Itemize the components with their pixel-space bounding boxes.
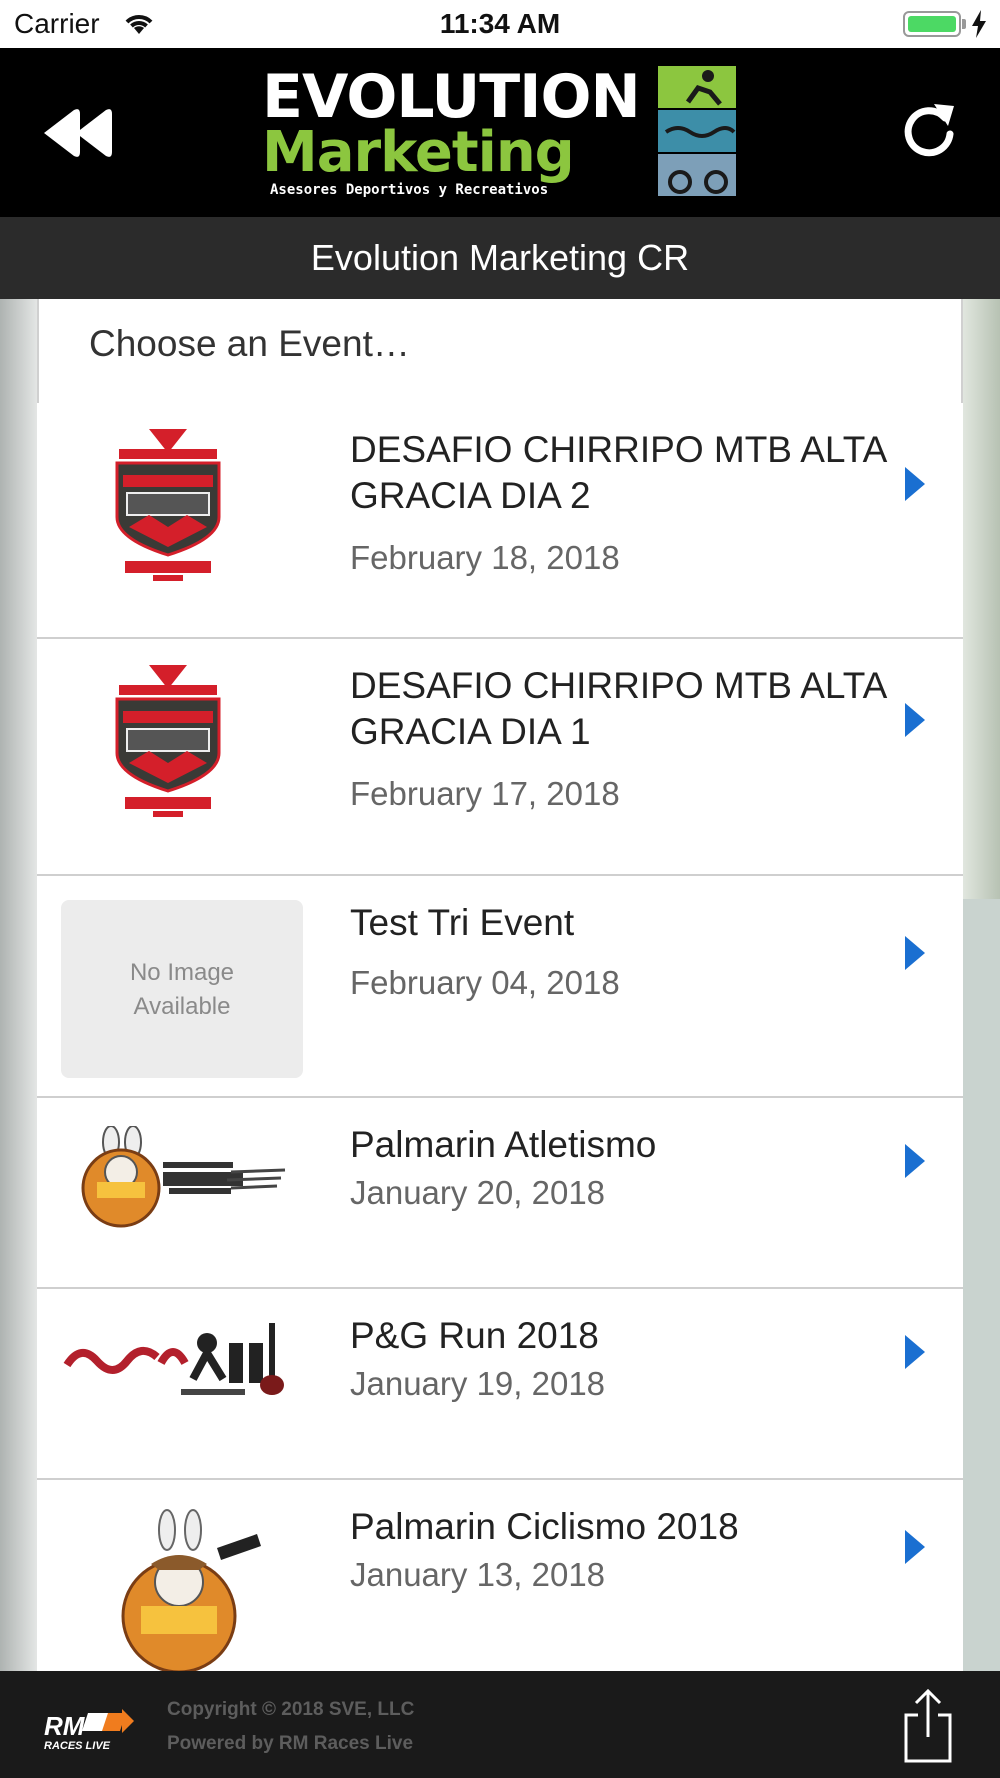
rm-races-live-logo: RM RACES LIVE bbox=[44, 1709, 134, 1752]
clasica-atletismo-logo bbox=[81, 1126, 286, 1228]
evolution-marketing-logo: EVOLUTION Marketing Asesores Deportivos … bbox=[258, 62, 738, 202]
footer-bar: RM RACES LIVE Copyright © 2018 SVE, LLC … bbox=[0, 1671, 1000, 1778]
event-date: January 20, 2018 bbox=[350, 1174, 606, 1211]
event-list-area[interactable]: Choose an Event… DESAFIO CHIRRIPO MTB AL… bbox=[0, 299, 1000, 1671]
event-date: February 18, 2018 bbox=[350, 539, 620, 576]
event-row[interactable]: No Image Available Test Tri Event Februa… bbox=[37, 876, 963, 1098]
event-name: DESAFIO CHIRRIPO MTB ALTA GRACIA DIA 1 bbox=[350, 665, 886, 752]
title-bar: Evolution Marketing CR bbox=[0, 217, 1000, 299]
copyright-text: Copyright © 2018 SVE, LLC bbox=[167, 1699, 415, 1720]
rm-logo-text: RM bbox=[44, 1711, 86, 1741]
event-name: Palmarin Ciclismo 2018 bbox=[350, 1506, 739, 1547]
no-image-line1: No Image bbox=[129, 959, 235, 986]
desafio-chirripo-logo bbox=[115, 429, 221, 581]
logo-line2: Marketing bbox=[262, 120, 575, 185]
battery-icon bbox=[903, 11, 961, 37]
chevron-right-icon bbox=[905, 1144, 925, 1178]
background-photo-edge bbox=[963, 899, 1000, 1671]
choose-event-header: Choose an Event… bbox=[37, 299, 963, 403]
event-date: January 19, 2018 bbox=[350, 1365, 606, 1402]
choose-event-label: Choose an Event… bbox=[89, 323, 410, 364]
event-name: Palmarin Atletismo bbox=[350, 1124, 657, 1165]
palmarin-mtb-logo bbox=[121, 1509, 261, 1671]
app-header: EVOLUTION Marketing Asesores Deportivos … bbox=[0, 48, 1000, 217]
event-row[interactable]: DESAFIO CHIRRIPO MTB ALTA GRACIA DIA 1 F… bbox=[37, 639, 963, 876]
logo-tagline: Asesores Deportivos y Recreativos bbox=[270, 182, 549, 198]
chevron-right-icon bbox=[905, 1530, 925, 1564]
event-name: P&G Run 2018 bbox=[350, 1315, 599, 1356]
pura-life-run-logo bbox=[63, 1323, 284, 1395]
event-row[interactable]: DESAFIO CHIRRIPO MTB ALTA GRACIA DIA 2 F… bbox=[37, 403, 963, 639]
no-image-text: No Image Available bbox=[61, 956, 303, 1024]
powered-by-text: Powered by RM Races Live bbox=[167, 1733, 414, 1754]
event-list: Choose an Event… DESAFIO CHIRRIPO MTB AL… bbox=[37, 299, 963, 1671]
event-name: Test Tri Event bbox=[350, 902, 575, 943]
battery-nub bbox=[962, 19, 966, 29]
event-date: February 17, 2018 bbox=[350, 775, 620, 812]
event-row[interactable]: Palmarin Ciclismo 2018 January 13, 2018 bbox=[37, 1480, 963, 1671]
status-bar: Carrier 11:34 AM bbox=[0, 0, 1000, 48]
page-title: Evolution Marketing CR bbox=[310, 237, 690, 278]
rewind-back-icon[interactable] bbox=[44, 108, 114, 158]
share-icon[interactable] bbox=[902, 1689, 954, 1763]
chevron-right-icon bbox=[905, 703, 925, 737]
event-row[interactable]: P&G Run 2018 January 19, 2018 bbox=[37, 1289, 963, 1480]
event-name: DESAFIO CHIRRIPO MTB ALTA GRACIA DIA 2 bbox=[350, 429, 886, 516]
event-date: February 04, 2018 bbox=[350, 964, 620, 1001]
charging-bolt-icon bbox=[972, 10, 986, 38]
refresh-icon[interactable] bbox=[898, 100, 960, 162]
rm-logo-sub: RACES LIVE bbox=[44, 1740, 111, 1752]
desafio-chirripo-logo bbox=[115, 665, 221, 817]
event-date: January 13, 2018 bbox=[350, 1556, 606, 1593]
chevron-right-icon bbox=[905, 936, 925, 970]
status-time: 11:34 AM bbox=[439, 8, 561, 39]
triathlon-icon bbox=[658, 66, 736, 196]
no-image-line2: Available bbox=[133, 993, 231, 1020]
chevron-right-icon bbox=[905, 1335, 925, 1369]
event-row[interactable]: Palmarin Atletismo January 20, 2018 bbox=[37, 1098, 963, 1289]
chevron-right-icon bbox=[905, 467, 925, 501]
no-image-placeholder: No Image Available bbox=[61, 900, 303, 1078]
